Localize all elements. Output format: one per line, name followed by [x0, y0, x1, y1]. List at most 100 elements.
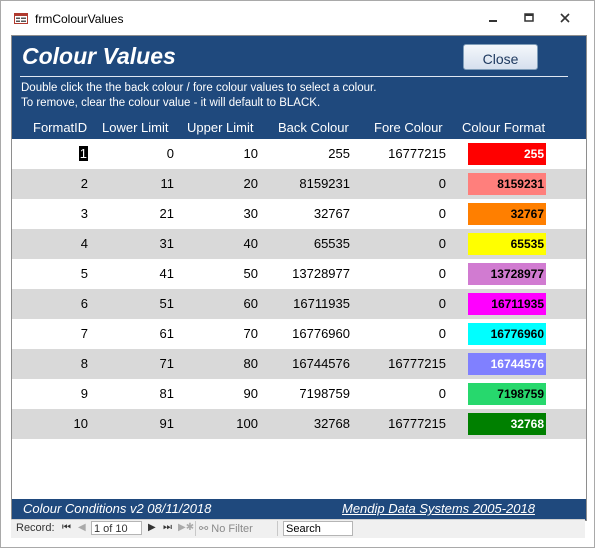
form-header: Colour Values Close Double click the the… — [12, 36, 586, 139]
footer-version-text: Colour Conditions v2 08/11/2018 — [23, 501, 212, 516]
formatid-cell[interactable]: 4 — [12, 236, 88, 251]
table-row: 10 91 100 32768 16777215 32768 — [12, 409, 586, 439]
lower-limit-cell[interactable]: 71 — [92, 356, 174, 371]
last-record-icon[interactable]: ⏭ — [163, 522, 172, 533]
lower-limit-cell[interactable]: 11 — [92, 176, 175, 191]
fore-colour-cell[interactable]: 0 — [354, 236, 446, 251]
table-row: 3 21 30 32767 0 32767 — [12, 199, 586, 229]
no-filter-label: No Filter — [211, 523, 253, 535]
search-input[interactable]: Search — [283, 521, 353, 536]
no-filter-button[interactable]: ⚯ No Filter — [199, 522, 253, 535]
lower-limit-cell[interactable]: 51 — [92, 296, 174, 311]
close-button[interactable]: Close — [463, 44, 538, 70]
app-window: frmColourValues Colour Values Close Doub… — [0, 0, 595, 548]
colour-format-swatch: 7198759 — [468, 383, 546, 405]
upper-limit-cell[interactable]: 10 — [182, 146, 258, 161]
table-row: 5 41 50 13728977 0 13728977 — [12, 259, 586, 289]
fore-colour-cell[interactable]: 0 — [354, 176, 446, 191]
upper-limit-cell[interactable]: 60 — [182, 296, 258, 311]
form-footer: Colour Conditions v2 08/11/2018 Mendip D… — [12, 499, 586, 520]
back-colour-cell[interactable]: 16776960 — [262, 326, 350, 341]
back-colour-cell[interactable]: 32767 — [262, 206, 350, 221]
fore-colour-cell[interactable]: 16777215 — [354, 416, 446, 431]
fore-colour-cell[interactable]: 16777215 — [354, 356, 446, 371]
column-header-lower-limit: Lower Limit — [102, 120, 169, 135]
formatid-value: 1 — [78, 146, 88, 161]
fore-colour-cell[interactable]: 0 — [354, 206, 446, 221]
upper-limit-cell[interactable]: 80 — [182, 356, 258, 371]
fore-colour-cell[interactable]: 16777215 — [354, 146, 446, 161]
header-divider — [20, 76, 568, 77]
formatid-cell[interactable]: 2 — [12, 176, 88, 191]
table-row: 7 61 70 16776960 0 16776960 — [12, 319, 586, 349]
table-row: 4 31 40 65535 0 65535 — [12, 229, 586, 259]
previous-record-icon[interactable]: ◀ — [78, 522, 86, 533]
formatid-cell[interactable]: 1 — [12, 146, 88, 161]
lower-limit-cell[interactable]: 21 — [92, 206, 174, 221]
upper-limit-cell[interactable]: 40 — [182, 236, 258, 251]
filter-icon: ⚯ — [199, 523, 212, 535]
lower-limit-cell[interactable]: 31 — [92, 236, 174, 251]
back-colour-cell[interactable]: 8159231 — [262, 176, 350, 191]
column-header-back-colour: Back Colour — [278, 120, 349, 135]
current-record-field[interactable]: 1 of 10 — [91, 521, 142, 535]
new-record-icon[interactable]: ▶✱ — [178, 522, 194, 533]
table-row: 8 71 80 16744576 16777215 16744576 — [12, 349, 586, 379]
instruction-text-1: Double click the the back colour / fore … — [21, 82, 377, 94]
fore-colour-cell[interactable]: 0 — [354, 266, 446, 281]
back-colour-cell[interactable]: 16744576 — [262, 356, 350, 371]
colour-format-swatch: 32768 — [468, 413, 546, 435]
record-navigator: Record: ⏮ ◀ 1 of 10 ▶ ⏭ ▶✱ ⚯ No Filter S… — [11, 519, 585, 538]
lower-limit-cell[interactable]: 91 — [92, 416, 174, 431]
colour-format-swatch: 16776960 — [468, 323, 546, 345]
footer-company-link[interactable]: Mendip Data Systems 2005-2018 — [342, 501, 535, 516]
back-colour-cell[interactable]: 16711935 — [262, 296, 350, 311]
colour-format-swatch: 8159231 — [468, 173, 546, 195]
window-title: frmColourValues — [35, 12, 124, 26]
restore-icon[interactable] — [519, 9, 539, 27]
back-colour-cell[interactable]: 13728977 — [262, 266, 350, 281]
formatid-cell[interactable]: 3 — [12, 206, 88, 221]
back-colour-cell[interactable]: 32768 — [262, 416, 350, 431]
formatid-cell[interactable]: 7 — [12, 326, 88, 341]
title-bar: frmColourValues — [1, 1, 594, 35]
colour-format-swatch: 255 — [468, 143, 546, 165]
instruction-text-2: To remove, clear the colour value - it w… — [21, 97, 321, 109]
navigator-divider — [195, 521, 196, 536]
colour-format-swatch: 16711935 — [468, 293, 546, 315]
formatid-cell[interactable]: 10 — [12, 416, 88, 431]
fore-colour-cell[interactable]: 0 — [354, 326, 446, 341]
back-colour-cell[interactable]: 65535 — [262, 236, 350, 251]
back-colour-cell[interactable]: 255 — [262, 146, 350, 161]
close-window-icon[interactable] — [555, 9, 575, 27]
table-row: 6 51 60 16711935 0 16711935 — [12, 289, 586, 319]
lower-limit-cell[interactable]: 41 — [92, 266, 174, 281]
upper-limit-cell[interactable]: 100 — [182, 416, 258, 431]
formatid-cell[interactable]: 5 — [12, 266, 88, 281]
column-header-colour-format: Colour Format — [462, 120, 546, 135]
formatid-cell[interactable]: 9 — [12, 386, 88, 401]
upper-limit-cell[interactable]: 20 — [182, 176, 258, 191]
fore-colour-cell[interactable]: 0 — [354, 296, 446, 311]
minimize-icon[interactable] — [483, 9, 503, 27]
formatid-cell[interactable]: 6 — [12, 296, 88, 311]
upper-limit-cell[interactable]: 50 — [182, 266, 258, 281]
upper-limit-cell[interactable]: 70 — [182, 326, 258, 341]
upper-limit-cell[interactable]: 90 — [182, 386, 258, 401]
colour-format-swatch: 32767 — [468, 203, 546, 225]
column-header-fore-colour: Fore Colour — [374, 120, 443, 135]
lower-limit-cell[interactable]: 0 — [92, 146, 174, 161]
table-row: 1 0 10 255 16777215 255 — [12, 139, 586, 169]
next-record-icon[interactable]: ▶ — [148, 522, 156, 533]
record-label: Record: — [16, 522, 55, 534]
formatid-cell[interactable]: 8 — [12, 356, 88, 371]
back-colour-cell[interactable]: 7198759 — [262, 386, 350, 401]
lower-limit-cell[interactable]: 81 — [92, 386, 174, 401]
lower-limit-cell[interactable]: 61 — [92, 326, 174, 341]
first-record-icon[interactable]: ⏮ — [62, 522, 71, 533]
fore-colour-cell[interactable]: 0 — [354, 386, 446, 401]
upper-limit-cell[interactable]: 30 — [182, 206, 258, 221]
form-icon — [14, 13, 28, 24]
colour-format-swatch: 65535 — [468, 233, 546, 255]
records-list: 1 0 10 255 16777215 255 2 11 20 8159231 … — [12, 139, 586, 439]
